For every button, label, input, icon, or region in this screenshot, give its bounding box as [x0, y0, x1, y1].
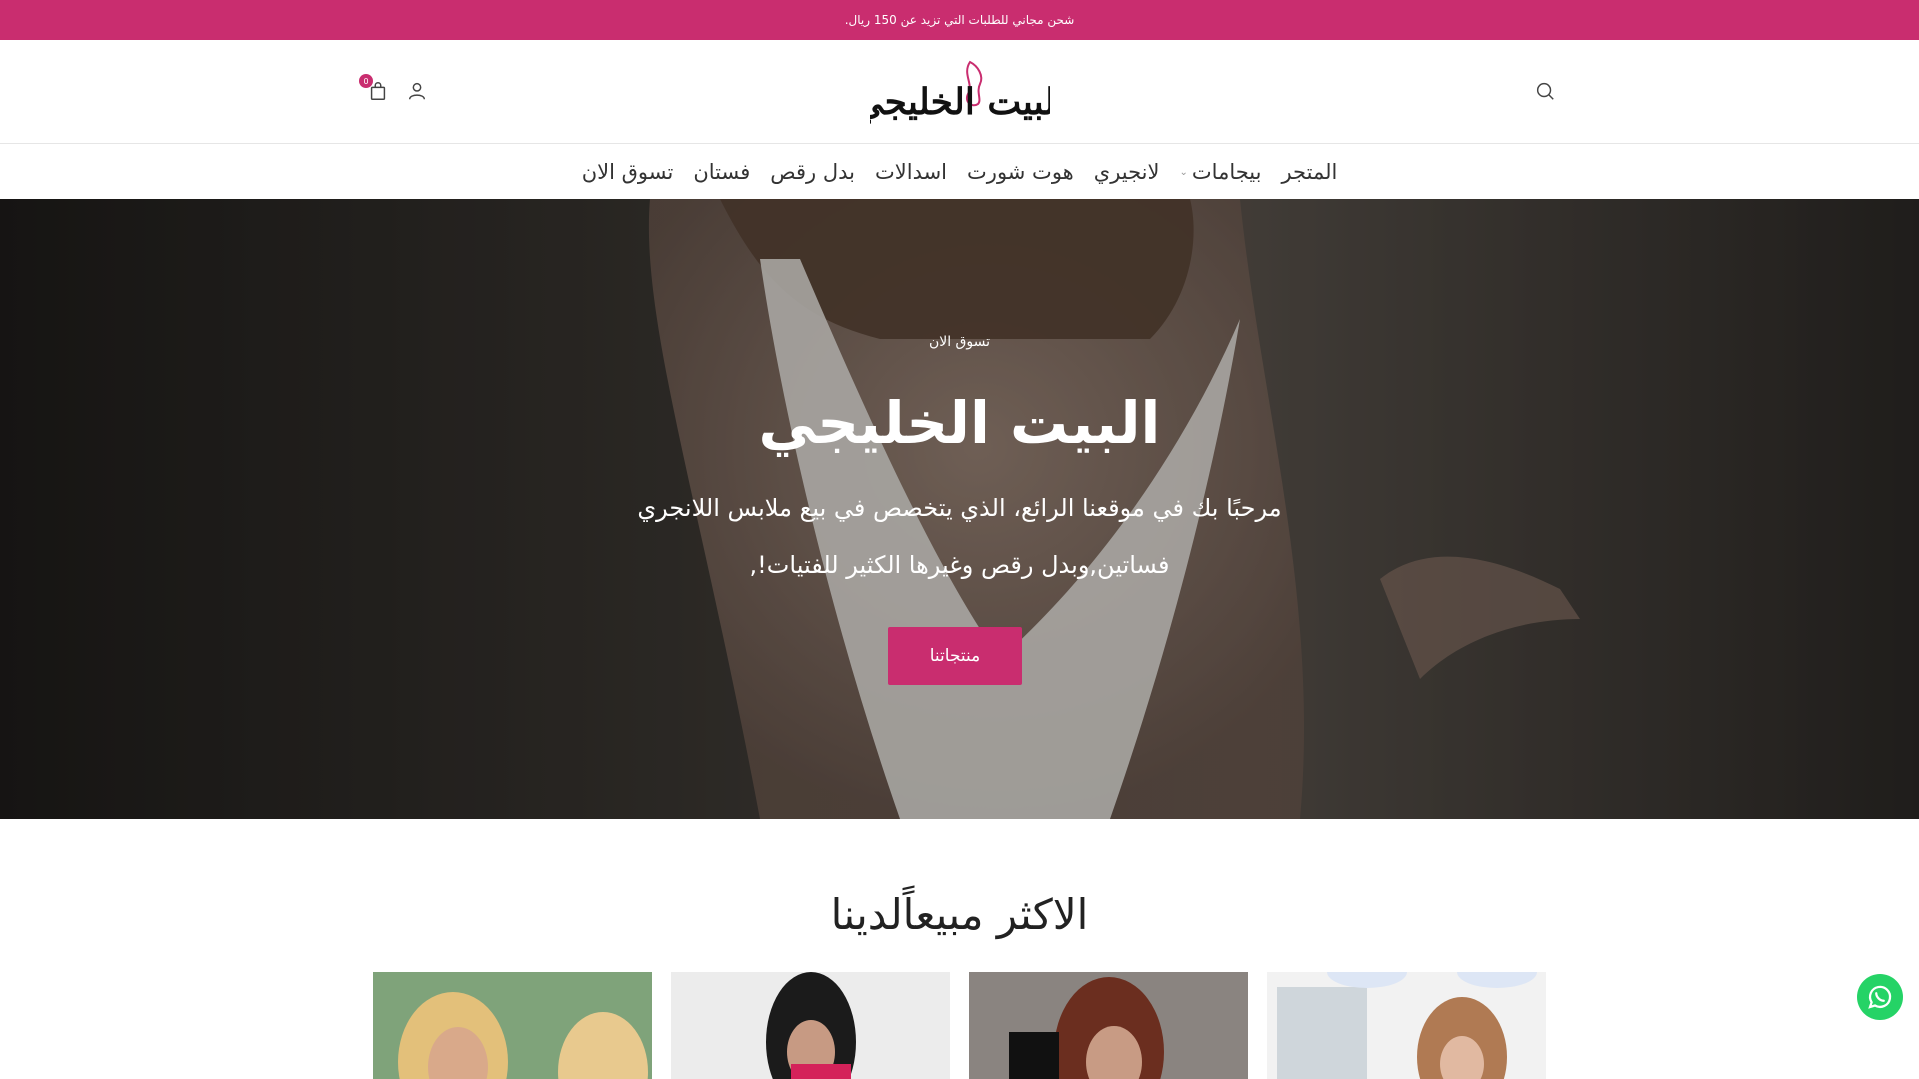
whatsapp-icon — [1868, 985, 1892, 1009]
cart-count-badge: 0 — [359, 74, 373, 88]
chevron-down-icon: ⌄ — [1179, 166, 1188, 178]
bestsellers-title: الاكثر مبيعاًلدينا — [830, 890, 1089, 939]
user-icon — [408, 82, 426, 100]
promo-text: شحن مجاني للطلبات التي تزيد عن 150 ريال. — [844, 13, 1075, 27]
nav-item-lingerie[interactable]: لانجيري — [1094, 160, 1160, 184]
hero-title: البيت الخليجي — [758, 389, 1161, 457]
hero-description-line-1: مرحبًا بك في موقعنا الرائع، الذي يتخصص ف… — [637, 494, 1282, 522]
product-card[interactable] — [969, 972, 1248, 1079]
site-header: البيت الخليجي 0 — [0, 40, 1919, 144]
product-image — [373, 972, 652, 1079]
account-button[interactable] — [406, 80, 430, 104]
product-card[interactable] — [373, 972, 652, 1079]
nav-item-prayer-dress[interactable]: اسدالات — [875, 160, 947, 184]
nav-item-shop[interactable]: المتجر — [1281, 160, 1337, 184]
our-products-button[interactable]: منتجاتنا — [888, 627, 1022, 685]
hero-description-line-2: فساتين,وبدل رقص وغيرها الكثير للفتيات!, — [749, 551, 1170, 579]
nav-item-hot-shorts[interactable]: هوت شورت — [967, 160, 1074, 184]
nav-item-dance-suits[interactable]: بدل رقص — [770, 160, 855, 184]
product-image — [969, 972, 1248, 1079]
nav-item-shop-now[interactable]: تسوق الان — [582, 160, 674, 184]
hero-content: تسوق الان البيت الخليجي مرحبًا بك في موق… — [0, 199, 1919, 819]
product-card[interactable] — [671, 972, 950, 1079]
product-image — [671, 972, 950, 1079]
nav-item-dress[interactable]: فستان — [693, 160, 750, 184]
whatsapp-button[interactable] — [1857, 974, 1903, 1020]
product-card[interactable] — [1267, 972, 1546, 1079]
site-logo[interactable]: البيت الخليجي — [855, 54, 1065, 132]
main-nav: المتجر بيجامات ⌄ لانجيري هوت شورت اسدالات… — [0, 145, 1919, 199]
logo-text: البيت الخليجي — [870, 81, 1050, 124]
search-button[interactable] — [1534, 80, 1558, 104]
promo-bar: شحن مجاني للطلبات التي تزيد عن 150 ريال. — [0, 0, 1919, 40]
hero-kicker: تسوق الان — [928, 334, 991, 350]
hero-banner: تسوق الان البيت الخليجي مرحبًا بك في موق… — [0, 199, 1919, 819]
product-image — [1267, 972, 1546, 1079]
nav-item-pajamas[interactable]: بيجامات ⌄ — [1180, 160, 1262, 184]
cart-button[interactable]: 0 — [359, 74, 391, 104]
search-icon — [1536, 82, 1554, 100]
